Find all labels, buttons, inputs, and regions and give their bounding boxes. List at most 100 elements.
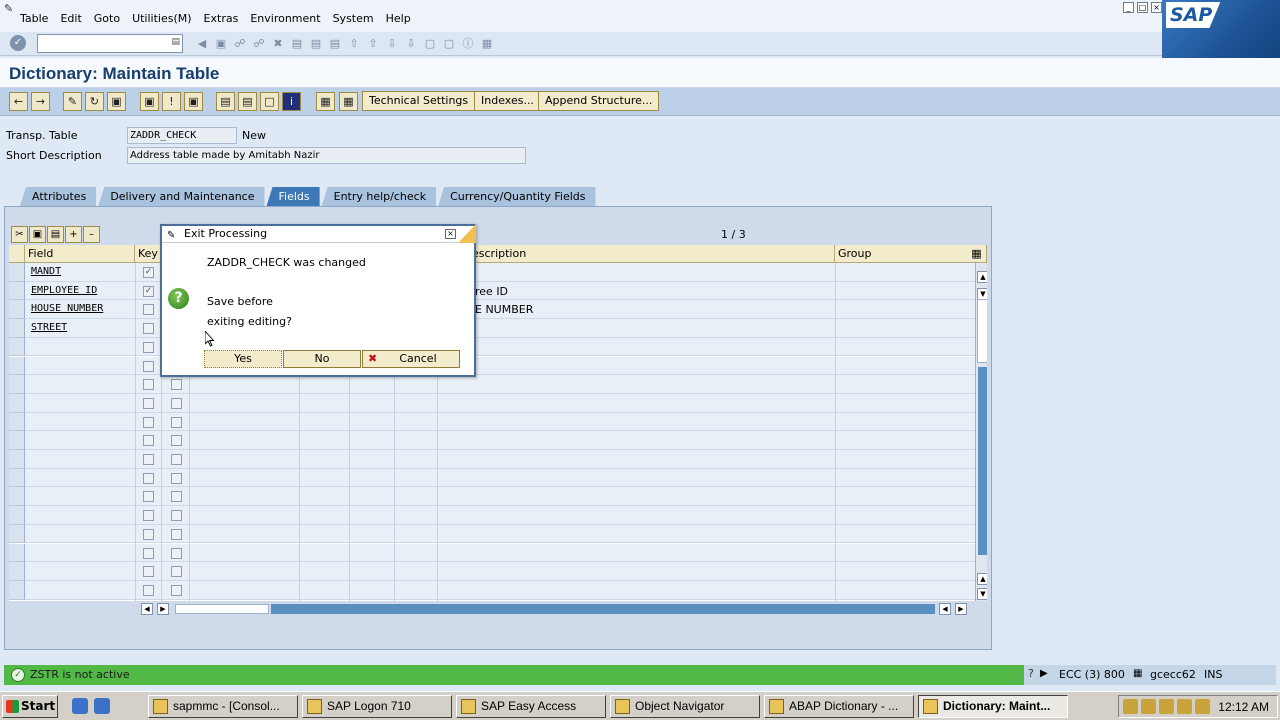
- check-icon[interactable]: ▣: [140, 92, 159, 111]
- key-checkbox[interactable]: [143, 566, 154, 578]
- row-selector[interactable]: [9, 356, 25, 376]
- tab-fields[interactable]: Fields: [266, 187, 320, 206]
- close-icon[interactable]: ×: [1151, 2, 1162, 13]
- display-change-icon[interactable]: ✎: [63, 92, 82, 111]
- field-name-cell[interactable]: EMPLOYEE ID: [31, 285, 97, 296]
- tab-delivery-maintenance[interactable]: Delivery and Maintenance: [98, 187, 265, 206]
- key-checkbox[interactable]: [143, 416, 154, 428]
- task-object-navigator[interactable]: Object Navigator: [610, 695, 760, 718]
- enter-icon[interactable]: ✓: [10, 35, 26, 51]
- task-sap-easy-access[interactable]: SAP Easy Access: [456, 695, 606, 718]
- row-selector[interactable]: [9, 450, 25, 469]
- menu-utilities[interactable]: Utilities(M): [132, 12, 191, 25]
- cancel-icon[interactable]: ✖: [270, 36, 286, 52]
- menu-goto[interactable]: Goto: [94, 12, 120, 25]
- last-page-icon[interactable]: ⇩: [403, 36, 419, 52]
- show-desktop-icon[interactable]: [72, 698, 88, 714]
- activate-icon[interactable]: !: [162, 92, 181, 111]
- row-selector[interactable]: [9, 281, 25, 301]
- technical-settings-button[interactable]: Technical Settings: [362, 91, 476, 111]
- object-list-icon[interactable]: ▤: [216, 92, 235, 111]
- column-header-key[interactable]: Key: [135, 245, 161, 263]
- next-page-icon[interactable]: ⇩: [384, 36, 400, 52]
- short-description-field[interactable]: Address table made by Amitabh Nazir: [127, 147, 526, 164]
- active-inactive-icon[interactable]: ↻: [85, 92, 104, 111]
- tab-entry-help-check[interactable]: Entry help/check: [321, 187, 437, 206]
- initial-values-checkbox[interactable]: [171, 491, 182, 503]
- insert-row-icon[interactable]: +: [65, 226, 82, 243]
- initial-values-checkbox[interactable]: [171, 584, 182, 596]
- row-selector[interactable]: [9, 375, 25, 394]
- menu-help[interactable]: Help: [386, 12, 411, 25]
- row-selector[interactable]: [9, 319, 25, 338]
- menu-system[interactable]: System: [333, 12, 374, 25]
- help-icon[interactable]: ⓘ: [460, 36, 476, 52]
- system-menu-icon[interactable]: ▦: [1133, 668, 1142, 679]
- task-abap-dictionary[interactable]: ABAP Dictionary - ...: [764, 695, 914, 718]
- initial-values-checkbox[interactable]: [171, 510, 182, 522]
- key-checkbox[interactable]: [143, 323, 154, 335]
- key-checkbox[interactable]: [143, 379, 154, 391]
- find-next-icon[interactable]: ▤: [327, 36, 343, 52]
- initial-values-checkbox[interactable]: [171, 566, 182, 578]
- vertical-scrollbar[interactable]: ▲ ▼ ▲ ▼: [975, 263, 987, 601]
- initial-values-checkbox[interactable]: [171, 547, 182, 559]
- key-checkbox[interactable]: [143, 397, 154, 409]
- scroll-page-up-icon[interactable]: ▲: [977, 573, 987, 585]
- row-selector[interactable]: [9, 543, 25, 563]
- scroll-right-icon[interactable]: ▶: [955, 603, 967, 615]
- key-checkbox[interactable]: [143, 304, 154, 316]
- initial-values-checkbox[interactable]: [171, 528, 182, 540]
- save-icon[interactable]: ▣: [213, 36, 229, 52]
- initial-values-checkbox[interactable]: [171, 416, 182, 428]
- row-selector[interactable]: [9, 393, 25, 413]
- field-name-cell[interactable]: HOUSE NUMBER: [31, 303, 103, 314]
- field-name-cell[interactable]: MANDT: [31, 266, 61, 277]
- first-page-icon[interactable]: ⇧: [346, 36, 362, 52]
- row-selector[interactable]: [9, 431, 25, 450]
- initial-values-checkbox[interactable]: [171, 397, 182, 409]
- print-icon[interactable]: ▤: [289, 36, 305, 52]
- tray-app-icon[interactable]: [1141, 699, 1156, 714]
- select-all-header[interactable]: [9, 245, 25, 263]
- key-checkbox[interactable]: [143, 547, 154, 559]
- dialog-close-icon[interactable]: ×: [445, 229, 456, 239]
- row-selector[interactable]: [9, 337, 25, 357]
- tray-app-icon[interactable]: [1123, 699, 1138, 714]
- shortcut-icon[interactable]: ▢: [441, 36, 457, 52]
- hscroll-track[interactable]: [271, 604, 935, 614]
- prev-page-icon[interactable]: ⇧: [365, 36, 381, 52]
- initial-values-checkbox[interactable]: [171, 472, 182, 484]
- scroll-left-icon[interactable]: ◀: [141, 603, 153, 615]
- scroll-right-step-icon[interactable]: ▶: [157, 603, 169, 615]
- back-arrow-icon[interactable]: ◀: [194, 36, 210, 52]
- initial-values-checkbox[interactable]: [171, 379, 182, 391]
- initial-values-checkbox[interactable]: [171, 454, 182, 465]
- other-object-icon[interactable]: ▣: [107, 92, 126, 111]
- tray-app-icon[interactable]: [1195, 699, 1210, 714]
- scroll-left-step-icon[interactable]: ◀: [939, 603, 951, 615]
- row-selector[interactable]: [9, 300, 25, 320]
- hierarchy-icon[interactable]: ▦: [316, 92, 335, 111]
- exit-icon[interactable]: ☍: [251, 36, 267, 52]
- tab-currency-quantity[interactable]: Currency/Quantity Fields: [438, 187, 596, 206]
- field-name-cell[interactable]: STREET: [31, 322, 67, 333]
- row-selector[interactable]: [9, 487, 25, 507]
- command-history-icon[interactable]: ▤: [171, 37, 180, 47]
- key-checkbox[interactable]: ✓: [143, 267, 154, 278]
- tray-app-icon[interactable]: [1177, 699, 1192, 714]
- append-structure-button[interactable]: Append Structure...: [538, 91, 660, 111]
- key-checkbox[interactable]: ✓: [143, 285, 154, 297]
- paste-icon[interactable]: ▤: [47, 226, 64, 243]
- task-sapmmc[interactable]: sapmmc - [Consol...: [148, 695, 298, 718]
- task-dictionary-maintain[interactable]: Dictionary: Maint...: [918, 695, 1068, 718]
- navigation-window-icon[interactable]: □: [260, 92, 279, 111]
- delete-row-icon[interactable]: –: [83, 226, 100, 243]
- key-checkbox[interactable]: [143, 341, 154, 353]
- column-header-group[interactable]: Group: [835, 245, 975, 263]
- column-settings-icon[interactable]: ▦: [967, 245, 987, 263]
- status-help-icon[interactable]: ?: [1028, 667, 1034, 680]
- key-checkbox[interactable]: [143, 472, 154, 484]
- status-expand-icon[interactable]: ▶: [1040, 668, 1048, 679]
- display-object-list-icon[interactable]: ▤: [238, 92, 257, 111]
